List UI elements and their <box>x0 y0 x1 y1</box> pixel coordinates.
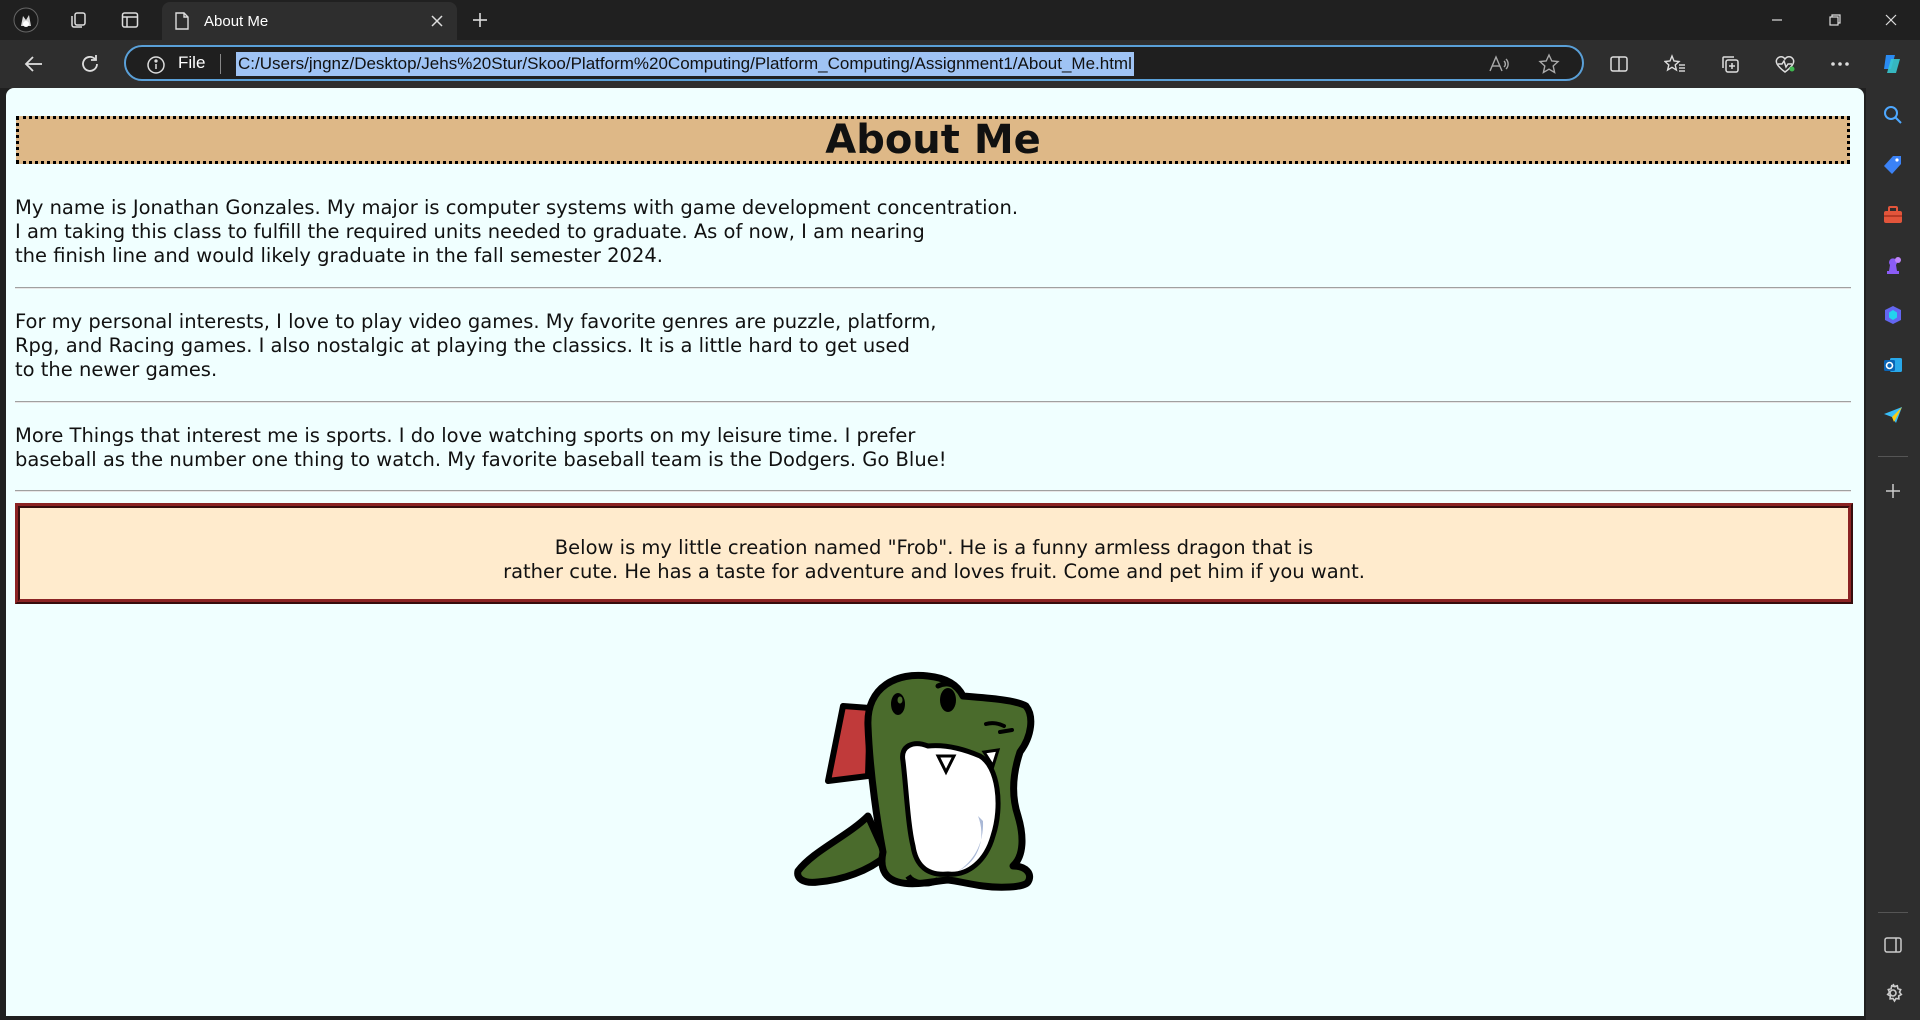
page-viewport: About Me My name is Jonathan Gonzales. M… <box>6 88 1864 1016</box>
horizontal-rule <box>15 401 1851 403</box>
sidebar-divider <box>1878 456 1908 457</box>
settings-gear-icon[interactable] <box>1879 979 1907 1007</box>
shopping-tag-icon[interactable] <box>1879 151 1907 179</box>
refresh-button[interactable] <box>74 48 106 80</box>
outlook-icon[interactable] <box>1879 351 1907 379</box>
add-sidebar-app-icon[interactable] <box>1879 477 1907 505</box>
close-window-button[interactable] <box>1862 0 1920 40</box>
title-bar: About Me <box>0 0 1920 40</box>
url-text[interactable]: C:/Users/jngnz/Desktop/Jehs%20Stur/Skoo/… <box>236 52 1134 76</box>
horizontal-rule <box>15 287 1851 289</box>
read-aloud-icon[interactable] <box>1488 54 1510 78</box>
workspaces-icon[interactable] <box>64 6 92 34</box>
browser-toolbar: File C:/Users/jngnz/Desktop/Jehs%20Stur/… <box>0 40 1920 88</box>
collections-icon[interactable] <box>1714 48 1746 80</box>
minimize-button[interactable] <box>1748 0 1806 40</box>
document-icon <box>174 12 190 34</box>
new-tab-button[interactable] <box>466 6 494 34</box>
profile-avatar-icon[interactable] <box>12 6 40 34</box>
more-menu-icon[interactable] <box>1824 48 1856 80</box>
favorites-icon[interactable] <box>1659 48 1691 80</box>
copilot-icon[interactable] <box>1877 48 1909 80</box>
games-chess-icon[interactable] <box>1879 251 1907 279</box>
tab-title: About Me <box>204 12 269 30</box>
paragraph-sports: More Things that interest me is sports. … <box>15 424 947 471</box>
paragraph-intro: My name is Jonathan Gonzales. My major i… <box>15 196 1019 267</box>
frob-dragon-image <box>794 671 1035 891</box>
address-separator <box>220 54 221 74</box>
sidebar-divider-bottom <box>1878 912 1908 913</box>
browser-essentials-icon[interactable] <box>1769 48 1801 80</box>
page-heading: About Me <box>16 116 1850 164</box>
address-bar[interactable]: File C:/Users/jngnz/Desktop/Jehs%20Stur/… <box>124 45 1584 81</box>
frob-text-line: Below is my little creation named "Frob"… <box>554 536 1314 559</box>
send-drop-icon[interactable] <box>1879 401 1907 429</box>
edge-sidebar <box>1866 88 1920 1020</box>
search-icon[interactable] <box>1879 101 1907 129</box>
tab-about-me[interactable]: About Me <box>162 2 457 40</box>
site-info-icon[interactable] <box>146 55 166 79</box>
horizontal-rule <box>15 490 1851 492</box>
address-scheme-label: File <box>178 53 206 72</box>
paragraph-interests: For my personal interests, I love to pla… <box>15 310 937 381</box>
favorite-star-icon[interactable] <box>1538 53 1560 79</box>
restore-button[interactable] <box>1806 0 1864 40</box>
hide-sidebar-icon[interactable] <box>1879 931 1907 959</box>
frob-description-box: Below is my little creation named "Frob"… <box>15 503 1853 604</box>
tools-briefcase-icon[interactable] <box>1879 201 1907 229</box>
copilot-sidebar-icon[interactable] <box>1879 301 1907 329</box>
tab-actions-icon[interactable] <box>116 6 144 34</box>
back-button[interactable] <box>18 48 50 80</box>
close-tab-icon[interactable] <box>427 11 447 31</box>
frob-text-line: rather cute. He has a taste for adventur… <box>503 560 1365 583</box>
split-screen-icon[interactable] <box>1603 48 1635 80</box>
